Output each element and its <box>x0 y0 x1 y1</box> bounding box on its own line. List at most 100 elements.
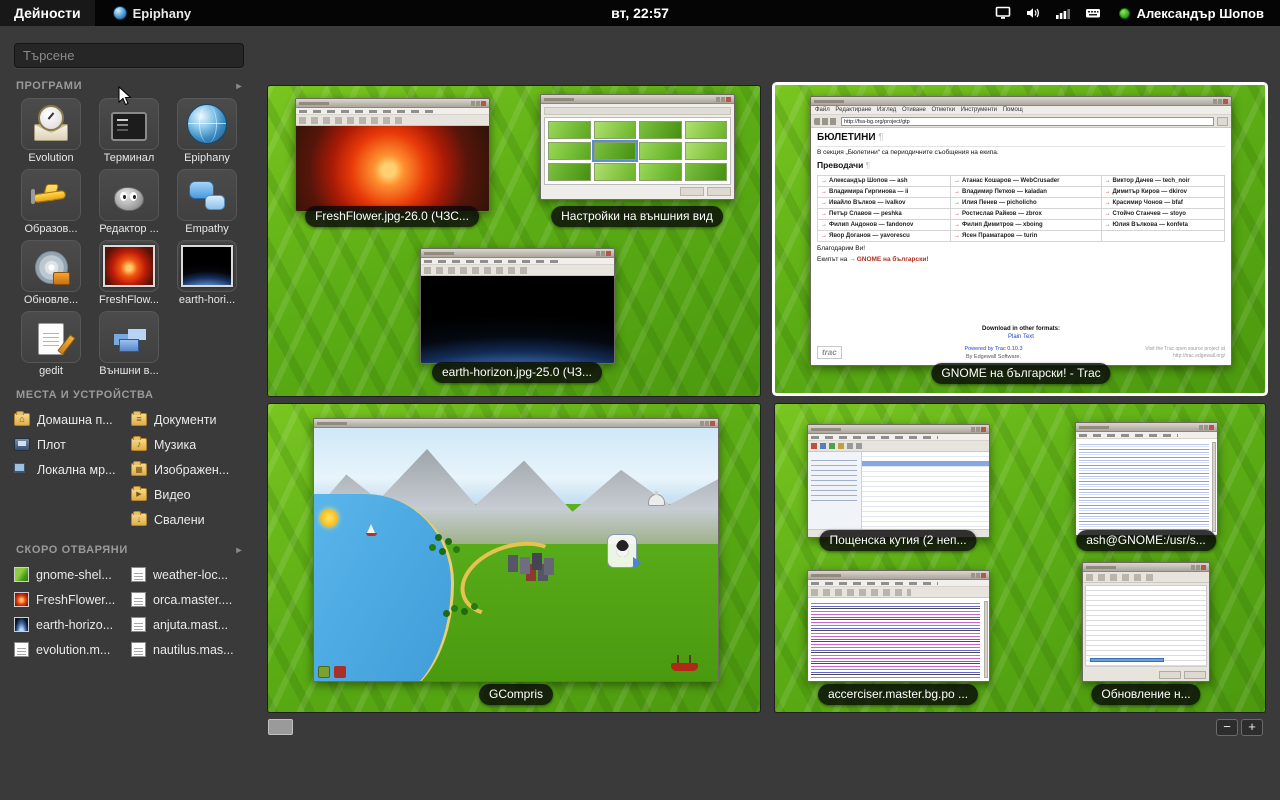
add-workspace-button[interactable]: + <box>1241 719 1263 736</box>
place-item-pictures[interactable]: Изображен... <box>129 457 246 482</box>
recent-label: gnome-shel... <box>36 568 112 582</box>
recent-item[interactable]: FreshFlower... <box>12 587 129 612</box>
visit-url: http://trac.edgewall.org/ <box>1173 353 1225 359</box>
recent-label: weather-loc... <box>153 568 228 582</box>
gcompris-scene <box>314 428 718 681</box>
recent-item[interactable]: gnome-shel... <box>12 562 129 587</box>
volume-icon[interactable] <box>1025 0 1041 26</box>
window-updater[interactable] <box>1082 562 1210 682</box>
app-label: Терминал <box>104 152 155 164</box>
wallpaper-grid <box>544 117 731 185</box>
recent-item[interactable]: orca.master.... <box>129 587 246 612</box>
app-item-earth-horizon[interactable]: earth-hori... <box>168 240 246 306</box>
remove-workspace-button[interactable]: − <box>1216 719 1238 736</box>
window-toolbar <box>1083 572 1209 583</box>
window-toolbar <box>808 441 989 452</box>
go-button-icon <box>1217 117 1228 126</box>
place-label: Плот <box>37 438 66 452</box>
mail-folders-pane <box>808 452 862 529</box>
window-title-pill: ash@GNOME:/usr/s... <box>1076 530 1216 551</box>
place-item-network[interactable]: Локална мр... <box>12 457 129 482</box>
tux-badge[interactable] <box>607 534 637 568</box>
recent-item[interactable]: evolution.m... <box>12 637 129 662</box>
place-label: Видео <box>154 488 191 502</box>
recent-expander-icon[interactable]: ▸ <box>236 545 242 556</box>
workspace-4[interactable]: Пощенска кутия (2 неп... ash@GNOME:/usr/… <box>775 404 1265 712</box>
place-item-desktop[interactable]: Плот <box>12 432 129 457</box>
recent-item[interactable]: anjuta.mast... <box>129 612 246 637</box>
place-item-downloads[interactable]: Свалени <box>129 507 246 532</box>
programs-title: ПРОГРАМИ <box>16 80 82 92</box>
page-subheading: Преводачи ¶ <box>817 160 1225 171</box>
network-places-icon <box>14 463 30 476</box>
app-label: gedit <box>39 365 63 377</box>
window-title-pill: accerciser.master.bg.po ... <box>818 684 978 705</box>
workspace-1[interactable]: FreshFlower.jpg-26.0 (ЧЗС... Настройки н… <box>268 86 760 396</box>
window-browser-trac[interactable]: Файл Редактиране Изглед Отиване Отметки … <box>810 96 1232 366</box>
place-label: Домашна п... <box>37 413 113 427</box>
team-link: GNOME на български! <box>849 256 928 263</box>
top-bar: Дейности Epiphany вт, 22:57 Александър Ш… <box>0 0 1280 26</box>
window-earth-horizon[interactable] <box>420 248 615 364</box>
app-item-external-drives[interactable]: Външни в... <box>90 311 168 377</box>
network-icon[interactable] <box>1055 0 1071 26</box>
earth-photo <box>421 276 614 363</box>
source-text <box>811 601 980 678</box>
user-menu[interactable]: Александър Шопов <box>1115 0 1268 26</box>
flower-photo-icon <box>103 245 155 287</box>
app-item-freshflower[interactable]: FreshFlow... <box>90 240 168 306</box>
browser-menubar: Файл Редактиране Изглед Отиване Отметки … <box>811 106 1231 115</box>
place-item-documents[interactable]: Документи <box>129 407 246 432</box>
workspace-3[interactable]: GCompris <box>268 404 760 712</box>
scrollbar[interactable] <box>1212 442 1216 532</box>
window-gcompris[interactable] <box>313 418 719 682</box>
app-item-gimp[interactable]: Редактор ... <box>90 169 168 235</box>
evolution-icon <box>31 104 71 144</box>
app-item-epiphany[interactable]: Epiphany <box>168 98 246 164</box>
recent-item[interactable]: earth-horizo... <box>12 612 129 637</box>
place-item-music[interactable]: Музика <box>129 432 246 457</box>
observatory-graphic <box>648 494 665 506</box>
workspace-2-active[interactable]: Файл Редактиране Изглед Отиване Отметки … <box>775 85 1265 393</box>
workspace-indicator[interactable] <box>268 719 293 735</box>
text-file-icon <box>131 592 146 607</box>
control-icons[interactable] <box>318 666 330 678</box>
window-terminal[interactable] <box>1075 422 1218 536</box>
mail-message-list <box>862 452 989 529</box>
recent-item[interactable]: weather-loc... <box>129 562 246 587</box>
window-menubar <box>1076 432 1217 439</box>
app-label: FreshFlow... <box>99 294 159 306</box>
app-label: Външни в... <box>99 365 158 377</box>
place-label: Изображен... <box>154 463 229 477</box>
window-titlebar <box>808 571 989 580</box>
mail-body <box>808 452 989 529</box>
app-item-empathy[interactable]: Empathy <box>168 169 246 235</box>
app-item-evolution[interactable]: Evolution <box>12 98 90 164</box>
app-item-gedit[interactable]: gedit <box>12 311 90 377</box>
recent-item[interactable]: nautilus.mas... <box>129 637 246 662</box>
place-item-home[interactable]: Домашна п... <box>12 407 129 432</box>
appearance-body <box>541 104 734 199</box>
keyboard-icon[interactable] <box>1085 0 1101 26</box>
activities-button[interactable]: Дейности <box>0 0 95 26</box>
window-gedit[interactable] <box>807 570 990 682</box>
programs-expander-icon[interactable]: ▸ <box>236 81 242 92</box>
window-appearance[interactable] <box>540 94 735 200</box>
app-menu[interactable]: Epiphany <box>105 0 200 26</box>
app-label: Epiphany <box>184 152 230 164</box>
place-item-videos[interactable]: Видео <box>129 482 246 507</box>
window-titlebar <box>296 99 489 108</box>
app-item-gcompris[interactable]: Образов... <box>12 169 90 235</box>
app-item-updater[interactable]: Обновле... <box>12 240 90 306</box>
scrollbar[interactable] <box>984 601 988 678</box>
window-mail[interactable] <box>807 424 990 538</box>
display-icon[interactable] <box>995 0 1011 26</box>
window-title-pill: Настройки на външния вид <box>551 206 723 227</box>
search-input[interactable] <box>14 43 244 68</box>
window-title-pill: Пощенска кутия (2 неп... <box>819 530 976 551</box>
page-footer: trac Powered by Trac 0.10.3 By Edgewall … <box>817 346 1225 361</box>
window-freshflower[interactable] <box>295 98 490 212</box>
recent-label: anjuta.mast... <box>153 618 228 632</box>
clock[interactable]: вт, 22:57 <box>611 5 669 21</box>
download-block: Download in other formats: Plain Text <box>817 325 1225 341</box>
